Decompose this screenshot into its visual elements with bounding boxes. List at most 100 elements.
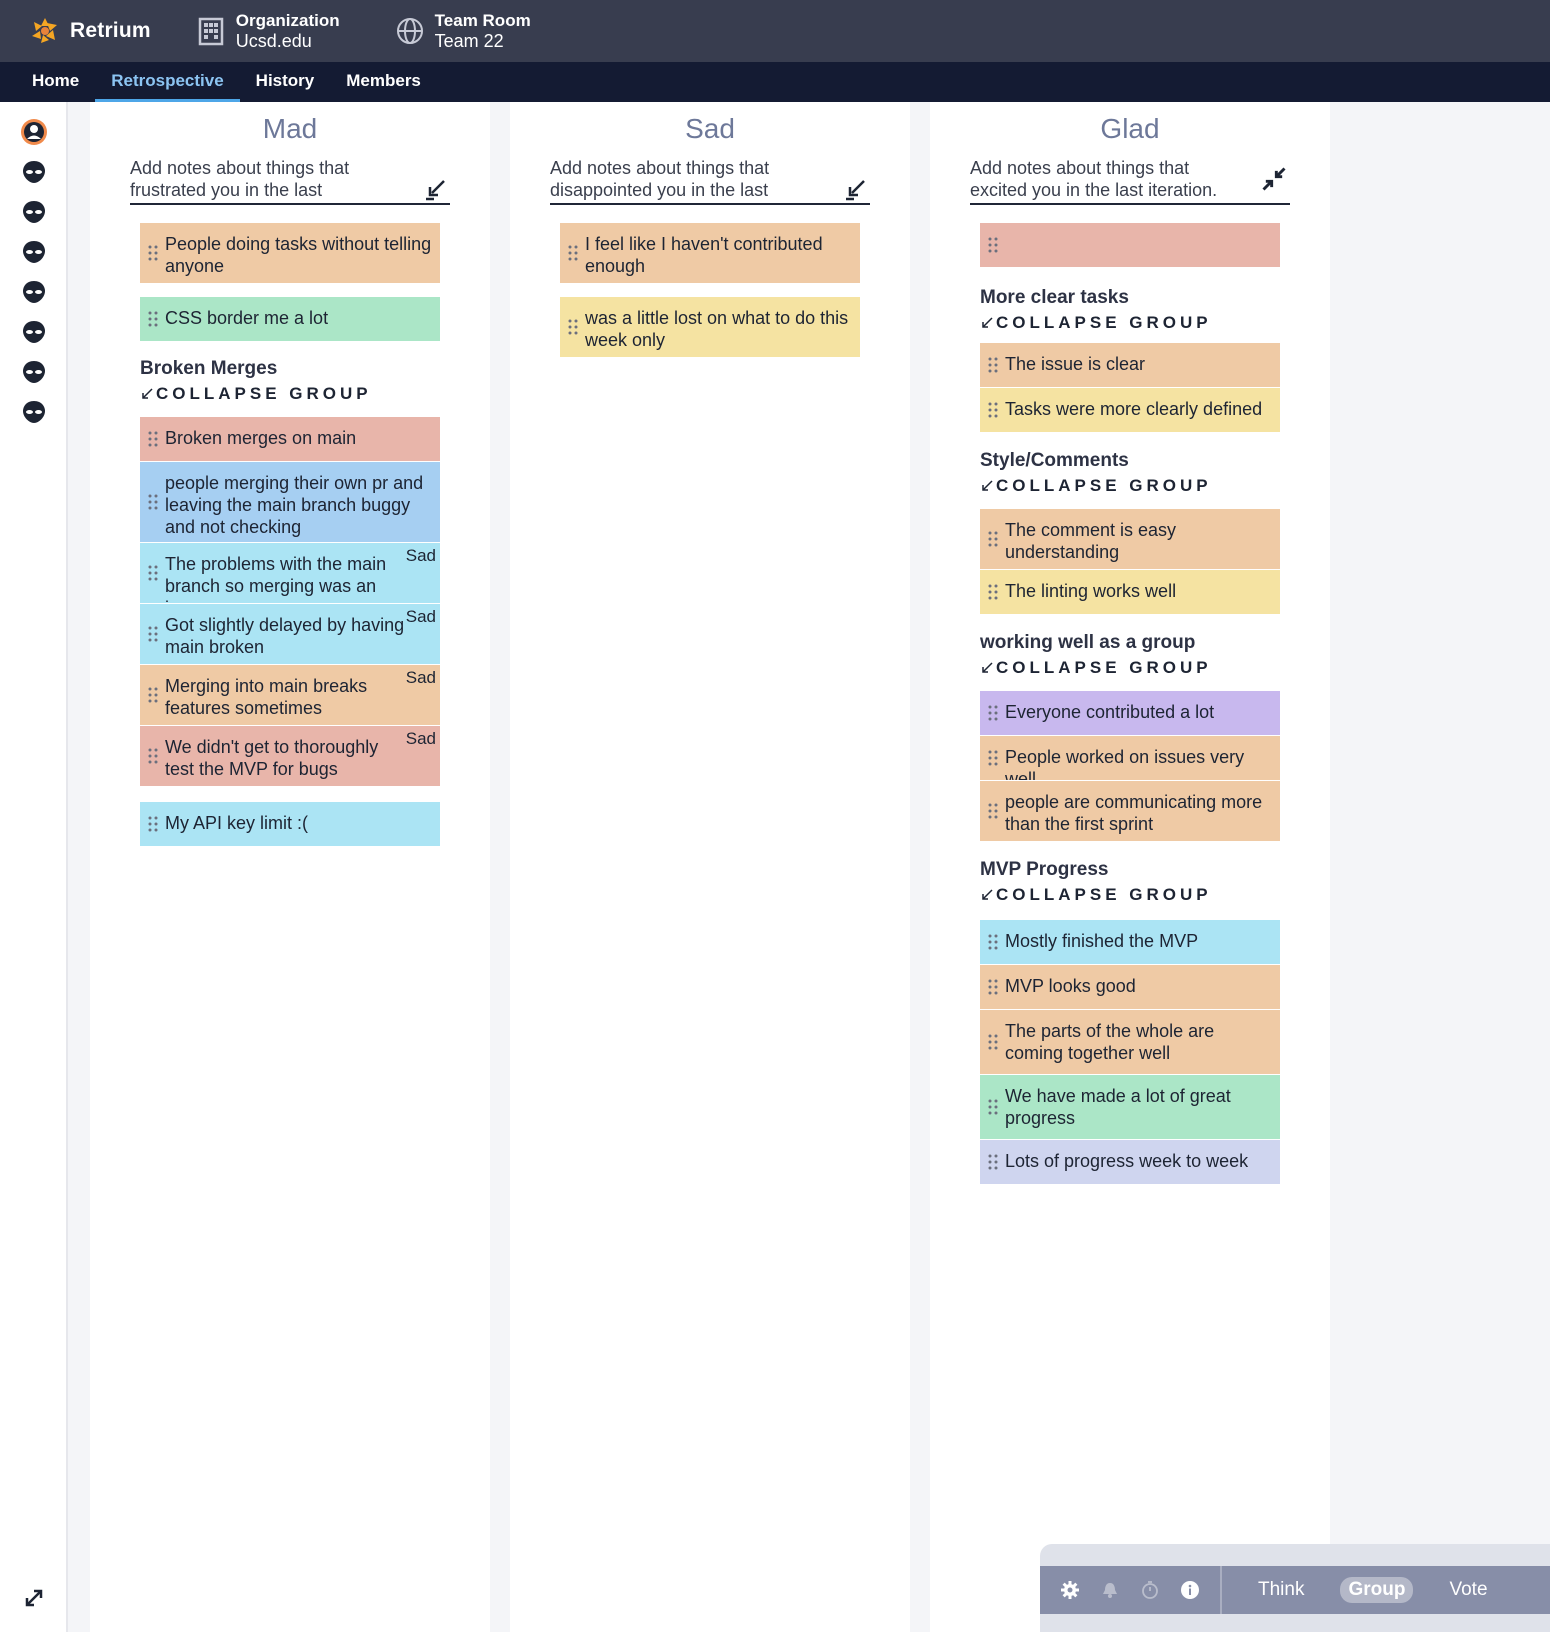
nav-members[interactable]: Members xyxy=(330,62,437,102)
note-card[interactable]: Got slightly delayed by having main brok… xyxy=(140,604,440,664)
gear-icon[interactable] xyxy=(1060,1580,1080,1600)
drag-handle-icon[interactable] xyxy=(988,402,998,418)
note-card[interactable]: The linting works well xyxy=(980,570,1280,614)
note-text: Merging into main breaks features someti… xyxy=(165,676,368,718)
drag-handle-icon[interactable] xyxy=(148,311,158,327)
drag-handle-icon[interactable] xyxy=(988,357,998,373)
note-card[interactable]: MVP looks good xyxy=(980,965,1280,1009)
group-title[interactable]: working well as a group xyxy=(980,632,1195,654)
drag-handle-icon[interactable] xyxy=(988,1034,998,1050)
note-card[interactable]: People doing tasks without telling anyon… xyxy=(140,223,440,283)
note-card[interactable]: Lots of progress week to week xyxy=(980,1140,1280,1184)
collapse-group-button[interactable]: COLLAPSE GROUP xyxy=(980,885,1212,905)
drag-handle-icon[interactable] xyxy=(988,934,998,950)
origin-column-tag: Sad xyxy=(405,729,436,748)
glad-note-input[interactable]: Add notes about things that excited you … xyxy=(970,157,1290,205)
drag-handle-icon[interactable] xyxy=(988,803,998,819)
note-text: The problems with the main branch so mer… xyxy=(165,554,387,603)
nav-home[interactable]: Home xyxy=(0,62,95,102)
group-title[interactable]: MVP Progress xyxy=(980,859,1108,881)
drag-handle-icon[interactable] xyxy=(148,816,158,832)
drag-handle-icon[interactable] xyxy=(148,626,158,642)
bell-icon[interactable] xyxy=(1100,1580,1120,1600)
note-text: people merging their own pr and leaving … xyxy=(165,473,424,537)
group-title[interactable]: Style/Comments xyxy=(980,450,1129,472)
note-card[interactable]: My API key limit :( xyxy=(140,802,440,846)
info-icon[interactable] xyxy=(1180,1580,1200,1600)
note-text: We have made a lot of great progress xyxy=(1005,1086,1231,1128)
drag-handle-icon[interactable] xyxy=(568,319,578,335)
note-card[interactable]: Merging into main breaks features someti… xyxy=(140,665,440,725)
nav-history[interactable]: History xyxy=(240,62,331,102)
collapse-group-button[interactable]: COLLAPSE GROUP xyxy=(980,658,1212,678)
drag-handle-icon[interactable] xyxy=(988,531,998,547)
note-card[interactable] xyxy=(980,223,1280,267)
top-bar: Retrium Organization Ucsd.edu Team Room xyxy=(0,0,1550,62)
note-card[interactable]: The problems with the main branch so mer… xyxy=(140,543,440,603)
note-card[interactable]: The comment is easy understanding xyxy=(980,509,1280,569)
drag-handle-icon[interactable] xyxy=(568,245,578,261)
group-title[interactable]: More clear tasks xyxy=(980,287,1129,309)
note-text: Tasks were more clearly defined xyxy=(1005,399,1263,419)
participant-alien-icon[interactable] xyxy=(20,318,48,346)
note-card[interactable]: people are communicating more than the f… xyxy=(980,781,1280,841)
participant-alien-icon[interactable] xyxy=(20,238,48,266)
team-room-crumb[interactable]: Team Room Team 22 xyxy=(395,10,531,52)
note-text: Mostly finished the MVP xyxy=(1005,931,1199,951)
main-nav: Home Retrospective History Members xyxy=(0,62,1550,102)
sad-note-input[interactable]: Add notes about things that disappointed… xyxy=(550,157,870,205)
drag-handle-icon[interactable] xyxy=(988,705,998,721)
participant-alien-icon[interactable] xyxy=(20,398,48,426)
drag-handle-icon[interactable] xyxy=(988,750,998,766)
note-card[interactable]: Tasks were more clearly defined xyxy=(980,388,1280,432)
group-title[interactable]: Broken Merges xyxy=(140,358,277,380)
building-icon xyxy=(198,17,223,46)
note-card[interactable]: Broken merges on main xyxy=(140,417,440,461)
drag-handle-icon[interactable] xyxy=(988,584,998,600)
expand-icon[interactable] xyxy=(22,1586,46,1610)
minimize-icon[interactable] xyxy=(1260,165,1288,193)
collapse-arrow-icon[interactable] xyxy=(844,177,868,201)
drag-handle-icon[interactable] xyxy=(988,1099,998,1115)
collapse-arrow-icon[interactable] xyxy=(424,177,448,201)
drag-handle-icon[interactable] xyxy=(988,1154,998,1170)
note-card[interactable]: We have made a lot of great progress xyxy=(980,1075,1280,1139)
drag-handle-icon[interactable] xyxy=(988,979,998,995)
note-card[interactable]: Mostly finished the MVP xyxy=(980,920,1280,964)
phase-vote[interactable]: Vote xyxy=(1441,1577,1495,1603)
note-card[interactable]: was a little lost on what to do this wee… xyxy=(560,297,860,357)
participant-alien-icon[interactable] xyxy=(20,198,48,226)
note-text: My API key limit :( xyxy=(165,813,309,833)
note-text: I feel like I haven't contributed enough xyxy=(585,234,823,276)
note-text: People doing tasks without telling anyon… xyxy=(165,234,432,276)
participant-alien-icon[interactable] xyxy=(20,158,48,186)
drag-handle-icon[interactable] xyxy=(148,431,158,447)
drag-handle-icon[interactable] xyxy=(148,748,158,764)
drag-handle-icon[interactable] xyxy=(148,565,158,581)
drag-handle-icon[interactable] xyxy=(988,237,998,253)
nav-retrospective[interactable]: Retrospective xyxy=(95,62,240,102)
mad-note-input[interactable]: Add notes about things that frustrated y… xyxy=(130,157,450,205)
note-card[interactable]: People worked on issues very well xyxy=(980,736,1280,780)
drag-handle-icon[interactable] xyxy=(148,687,158,703)
note-card[interactable]: Everyone contributed a lot xyxy=(980,691,1280,735)
note-card[interactable]: The parts of the whole are coming togeth… xyxy=(980,1010,1280,1074)
phase-think[interactable]: Think xyxy=(1250,1577,1312,1603)
collapse-group-button[interactable]: COLLAPSE GROUP xyxy=(980,313,1212,333)
note-card[interactable]: We didn't get to thoroughly test the MVP… xyxy=(140,726,440,786)
drag-handle-icon[interactable] xyxy=(148,245,158,261)
participant-alien-icon[interactable] xyxy=(20,358,48,386)
note-card[interactable]: people merging their own pr and leaving … xyxy=(140,462,440,542)
current-user-avatar-icon[interactable] xyxy=(20,118,48,146)
drag-handle-icon[interactable] xyxy=(148,494,158,510)
note-card[interactable]: I feel like I haven't contributed enough xyxy=(560,223,860,283)
collapse-group-button[interactable]: COLLAPSE GROUP xyxy=(140,384,372,404)
collapse-group-button[interactable]: COLLAPSE GROUP xyxy=(980,476,1212,496)
note-card[interactable]: The issue is clear xyxy=(980,343,1280,387)
organization-crumb[interactable]: Organization Ucsd.edu xyxy=(196,10,340,52)
timer-icon[interactable] xyxy=(1140,1580,1160,1600)
note-card[interactable]: CSS border me a lot xyxy=(140,297,440,341)
participant-alien-icon[interactable] xyxy=(20,278,48,306)
brand[interactable]: Retrium xyxy=(28,0,151,62)
phase-group[interactable]: Group xyxy=(1340,1577,1414,1603)
